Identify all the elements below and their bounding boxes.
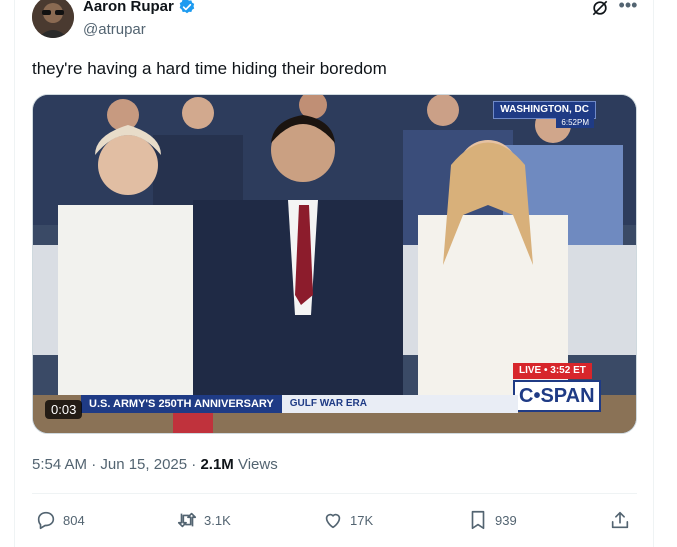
like-count: 17K [350, 512, 374, 528]
repost-count: 3.1K [204, 512, 231, 528]
reply-count: 804 [63, 512, 85, 528]
author-handle[interactable]: @atrupar [83, 21, 146, 38]
views-label: Views [237, 456, 278, 473]
live-badge: LIVE • 3:52 ET [513, 363, 592, 379]
lower-third: U.S. ARMY'S 250TH ANNIVERSARY GULF WAR E… [81, 395, 518, 413]
bookmark-icon [471, 510, 485, 530]
verified-badge-icon [179, 0, 195, 14]
author-name[interactable]: Aaron Rupar [83, 0, 196, 17]
author-name-text[interactable]: Aaron Rupar [83, 0, 174, 17]
network-logo: C•SPAN [513, 380, 601, 412]
more-options-icon[interactable]: ••• [618, 0, 638, 18]
repost-button[interactable]: 3.1K [176, 509, 231, 531]
lower-third-sub: GULF WAR ERA [281, 395, 518, 413]
reply-button[interactable]: 804 [35, 509, 85, 531]
video-player[interactable]: WASHINGTON, DC 6:52PM LIVE • 3:52 ET C•S… [32, 94, 637, 434]
lower-third-main: U.S. ARMY'S 250TH ANNIVERSARY [81, 395, 282, 413]
video-duration: 0:03 [45, 400, 83, 419]
grok-icon[interactable] [590, 0, 610, 18]
bookmark-button[interactable]: 939 [467, 509, 517, 531]
location-time: 6:52PM [556, 117, 594, 128]
timestamp[interactable]: 5:54 AM · Jun 15, 2025 · [32, 456, 196, 473]
bookmark-count: 939 [495, 512, 517, 528]
reply-icon [37, 511, 55, 530]
heart-icon [325, 513, 341, 529]
repost-icon [177, 512, 197, 528]
share-icon [611, 511, 629, 529]
divider [32, 493, 637, 494]
tweet-text: they're having a hard time hiding their … [32, 59, 387, 78]
views-count: 2.1M [200, 456, 234, 473]
share-button[interactable] [609, 509, 631, 531]
tweet-meta: 5:54 AM · Jun 15, 2025 · 2.1M Views [32, 456, 278, 473]
like-button[interactable]: 17K [322, 509, 373, 531]
